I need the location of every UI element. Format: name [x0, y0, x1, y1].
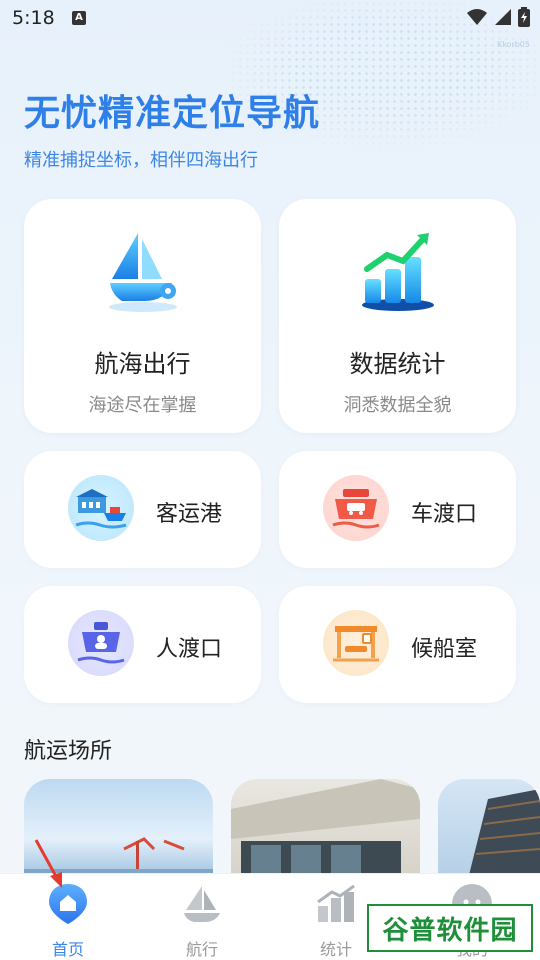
card-waiting-room[interactable]: 候船室 — [279, 586, 516, 703]
card-label: 人渡口 — [156, 637, 223, 662]
watermark-text: Kkorb05 — [496, 40, 530, 49]
status-bar: 5:18 A — [0, 0, 540, 36]
tab-label: 航行 — [185, 940, 218, 959]
passenger-ferry-icon — [68, 610, 134, 676]
waiting-room-icon — [323, 610, 389, 676]
card-passenger-port[interactable]: 客运港 — [24, 451, 261, 568]
card-label: 候船室 — [411, 637, 478, 662]
tab-label: 首页 — [51, 940, 84, 959]
watermark-badge: 谷普软件园 — [367, 904, 533, 952]
car-ferry-icon — [323, 475, 389, 541]
sailboat-icon — [108, 233, 177, 312]
card-label: 车渡口 — [411, 502, 478, 527]
notification-icon: A — [72, 11, 86, 25]
card-subtitle: 海途尽在掌握 — [88, 395, 197, 416]
card-passenger-ferry[interactable]: 人渡口 — [24, 586, 261, 703]
wifi-icon — [467, 9, 487, 25]
card-title: 航海出行 — [94, 350, 191, 378]
card-navigation[interactable]: 航海出行 海途尽在掌握 — [24, 199, 261, 433]
status-time: 5:18 — [12, 7, 55, 29]
stats-icon — [317, 884, 355, 922]
bar-chart-icon — [361, 233, 434, 311]
page-title: 无忧精准定位导航 — [24, 93, 321, 134]
watermark-badge-text: 谷普软件园 — [382, 915, 518, 946]
card-title: 数据统计 — [349, 350, 446, 378]
card-label: 客运港 — [156, 502, 223, 527]
status-icons — [466, 7, 530, 27]
tab-label: 统计 — [319, 940, 352, 959]
card-statistics[interactable]: 数据统计 洞悉数据全貌 — [279, 199, 516, 433]
venue-photo-terminal[interactable] — [231, 779, 420, 879]
annotation-arrow-icon — [34, 839, 62, 888]
tab-home[interactable]: 首页 — [28, 882, 108, 960]
section-title: 航运场所 — [24, 739, 113, 764]
battery-icon — [518, 7, 530, 27]
tab-sail[interactable]: 航行 — [162, 882, 242, 960]
card-car-ferry[interactable]: 车渡口 — [279, 451, 516, 568]
card-subtitle: 洞悉数据全貌 — [343, 395, 452, 416]
sail-icon — [184, 886, 220, 922]
passenger-port-icon — [68, 475, 134, 541]
page-subtitle: 精准捕捉坐标，相伴四海出行 — [24, 150, 258, 171]
venue-photo-building[interactable] — [438, 779, 540, 879]
tab-stats[interactable]: 统计 — [296, 882, 376, 960]
signal-icon — [495, 9, 511, 25]
